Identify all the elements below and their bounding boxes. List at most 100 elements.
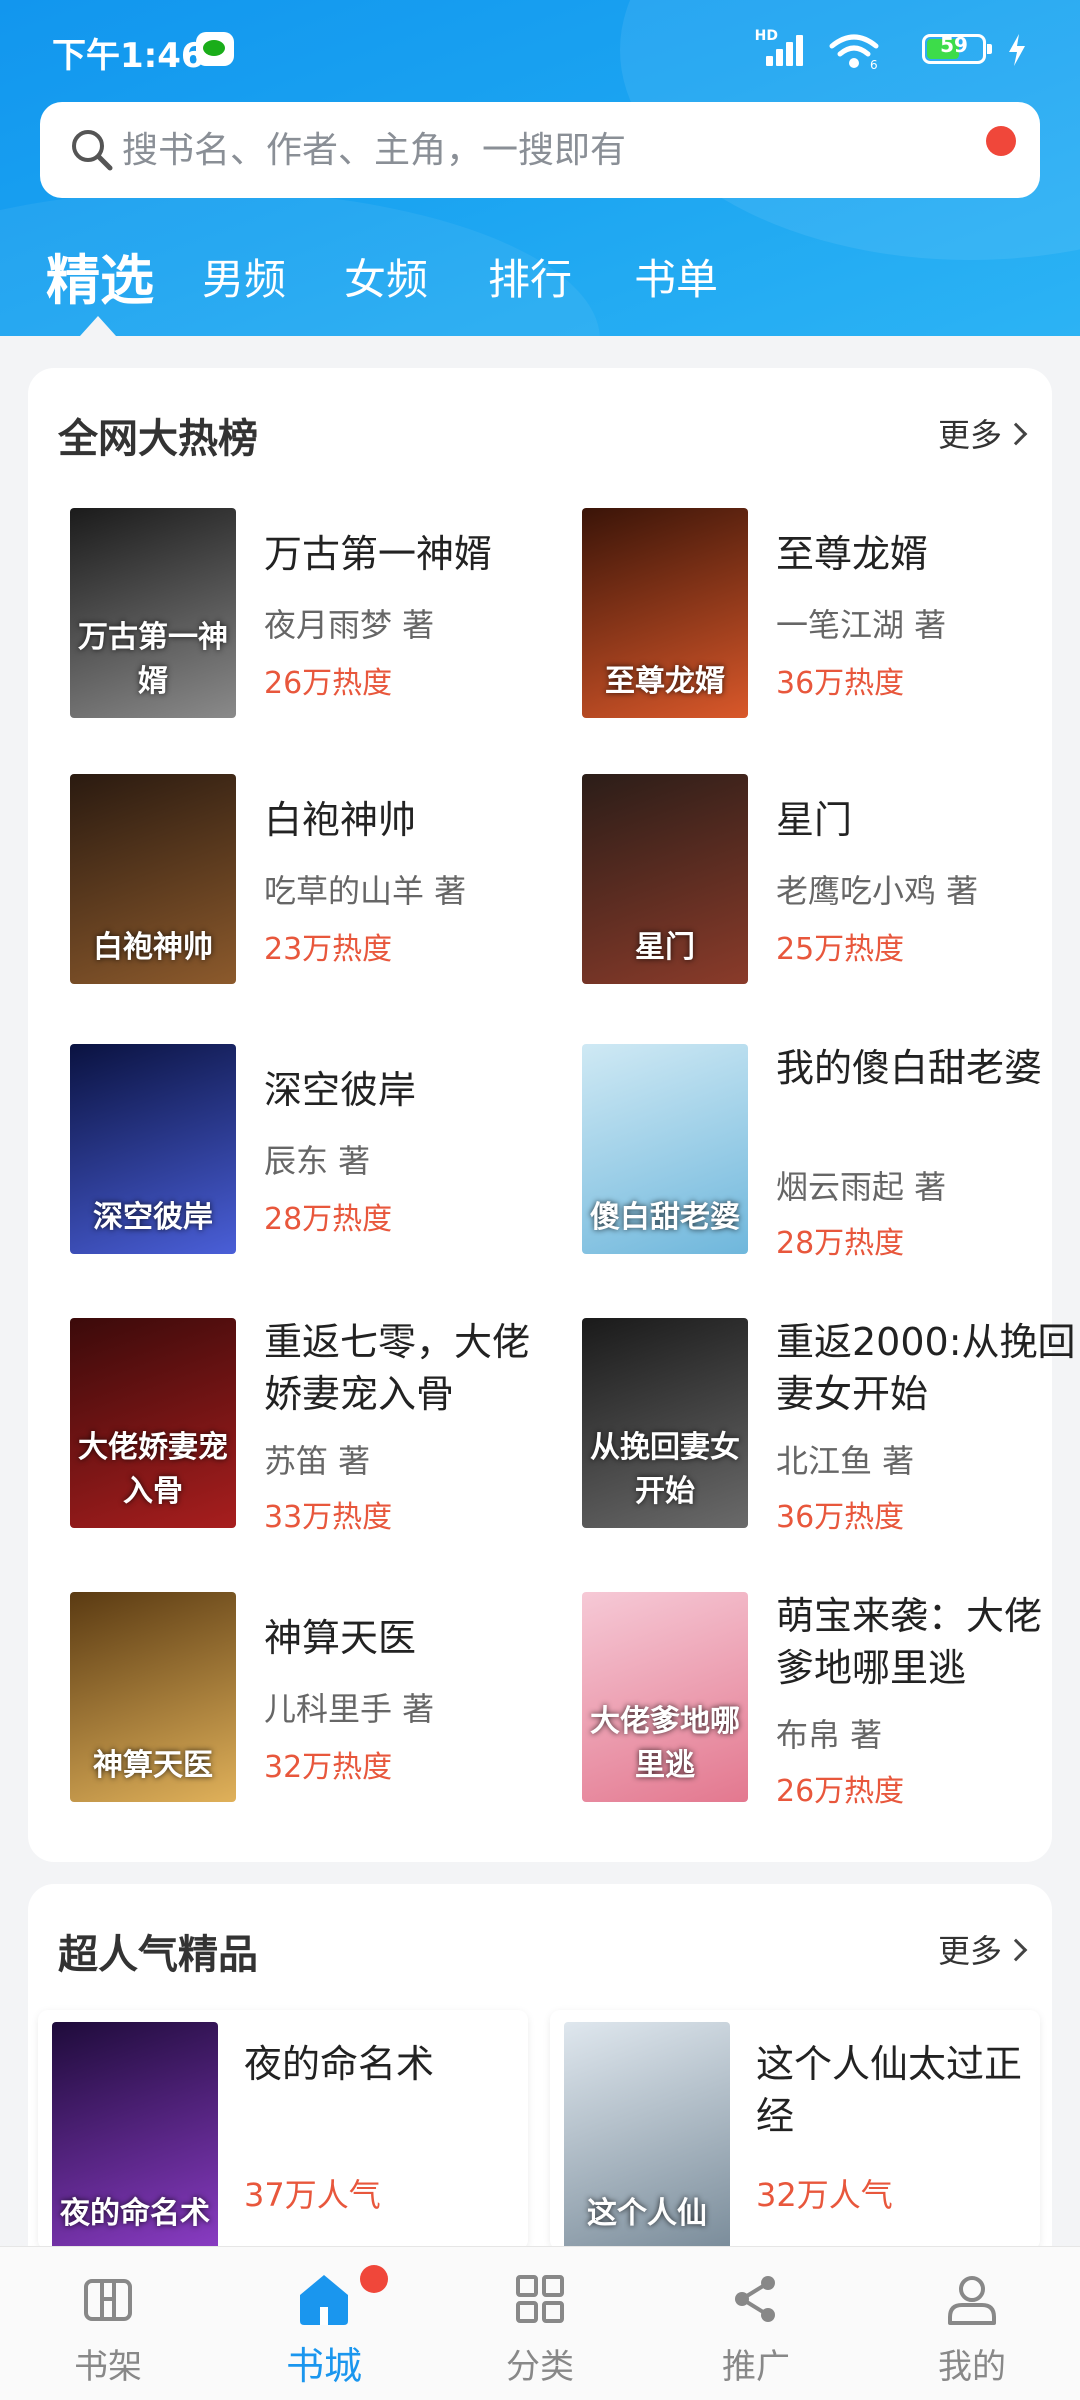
book-item[interactable]: 万古第一神婿 万古第一神婿 夜月雨梦 著 26万热度 — [70, 508, 550, 718]
book-author: 夜月雨梦 著 — [264, 606, 435, 644]
book-card[interactable]: 这个人仙 这个人仙太过正经 32万人气 — [550, 2010, 1040, 2250]
cover-title: 大佬爹地哪里逃 — [590, 1704, 740, 1783]
notification-badge — [360, 2265, 388, 2293]
nav-bookshelf[interactable]: 书架 — [0, 2247, 216, 2400]
book-item[interactable]: 深空彼岸 深空彼岸 辰东 著 28万热度 — [70, 1044, 550, 1254]
book-title: 白袍神帅 — [264, 798, 417, 842]
section-title: 超人气精品 — [58, 1932, 258, 1978]
cover-title: 大佬娇妻宠入骨 — [78, 1430, 228, 1509]
cover-title: 夜的命名术 — [60, 2196, 210, 2231]
book-title: 我的傻白甜老婆 — [776, 1046, 1043, 1090]
book-cover: 大佬爹地哪里逃 — [582, 1592, 748, 1802]
book-heat: 32万热度 — [264, 1750, 393, 1785]
more-button[interactable]: 更多 — [938, 1926, 1028, 1972]
tab-female[interactable]: 女频 — [344, 246, 428, 307]
book-title: 深空彼岸 — [264, 1068, 417, 1112]
book-item[interactable]: 大佬娇妻宠入骨 重返七零，大佬娇妻宠入骨 苏笛 著 33万热度 — [70, 1318, 550, 1535]
notification-dot — [986, 126, 1016, 156]
profile-icon — [948, 2276, 996, 2325]
nav-bookstore[interactable]: 书城 — [216, 2247, 432, 2400]
bottom-navigation: 书架 书城 分类 推广 我的 — [0, 2246, 1080, 2400]
more-button[interactable]: 更多 — [937, 410, 1028, 456]
book-author: 吃草的山羊 著 — [264, 872, 467, 910]
chevron-right-icon — [1004, 422, 1028, 446]
charging-icon — [1009, 34, 1025, 66]
home-icon — [300, 2275, 348, 2325]
tab-ranking[interactable]: 排行 — [488, 246, 572, 307]
book-heat: 28万热度 — [264, 1202, 393, 1237]
book-heat: 36万热度 — [776, 666, 905, 701]
book-cover: 傻白甜老婆 — [582, 1044, 748, 1254]
book-title: 重返2000:从挽回妻女开始 — [776, 1320, 1076, 1416]
tab-featured[interactable]: 精选 — [46, 236, 154, 315]
book-title: 萌宝来袭：大佬爹地哪里逃 — [776, 1594, 1043, 1690]
nav-category[interactable]: 分类 — [432, 2247, 648, 2400]
popular-section: 超人气精品 更多 夜的命名术 夜的命名术 37万人气 这个人仙 这个人仙太过正经… — [28, 1884, 1052, 2284]
svg-text:6: 6 — [870, 58, 878, 70]
wifi-icon: 6 — [829, 34, 879, 70]
book-cover: 深空彼岸 — [70, 1044, 236, 1254]
book-heat: 25万热度 — [776, 932, 905, 967]
cover-title: 深空彼岸 — [93, 1200, 213, 1235]
search-icon — [72, 130, 113, 171]
cover-title: 从挽回妻女开始 — [590, 1430, 740, 1509]
category-tabs: 精选 男频 女频 排行 书单 — [0, 236, 1080, 336]
more-label: 更多 — [937, 416, 1002, 454]
chevron-right-icon — [1004, 1938, 1028, 1962]
book-item[interactable]: 星门 星门 老鹰吃小鸡 著 25万热度 — [582, 774, 1062, 984]
nav-label: 分类 — [506, 2347, 574, 2387]
search-input[interactable] — [122, 124, 982, 176]
nav-label: 推广 — [722, 2347, 790, 2387]
book-cover: 星门 — [582, 774, 748, 984]
book-title: 夜的命名术 — [244, 2042, 435, 2086]
bookshelf-icon — [84, 2279, 132, 2321]
book-item[interactable]: 神算天医 神算天医 儿科里手 著 32万热度 — [70, 1592, 550, 1802]
book-heat: 36万热度 — [776, 1500, 905, 1535]
book-item[interactable]: 傻白甜老婆 我的傻白甜老婆 烟云雨起 著 28万热度 — [582, 1044, 1062, 1261]
book-cover: 万古第一神婿 — [70, 508, 236, 718]
book-author: 苏笛 著 — [264, 1442, 371, 1480]
hot-list-section: 全网大热榜 更多 万古第一神婿 万古第一神婿 夜月雨梦 著 26万热度 至尊龙婿… — [28, 368, 1076, 1862]
book-author: 儿科里手 著 — [264, 1690, 435, 1728]
nav-label: 我的 — [938, 2347, 1006, 2387]
wechat-notification-icon — [196, 32, 234, 66]
book-heat: 23万热度 — [264, 932, 393, 967]
book-item[interactable]: 白袍神帅 白袍神帅 吃草的山羊 著 23万热度 — [70, 774, 550, 984]
cover-title: 这个人仙 — [587, 2196, 707, 2231]
nav-profile[interactable]: 我的 — [864, 2247, 1080, 2400]
book-author: 一笔江湖 著 — [776, 606, 947, 644]
book-cover: 夜的命名术 — [52, 2022, 218, 2250]
book-author: 老鹰吃小鸡 著 — [776, 872, 979, 910]
status-bar: 下午1:46 HD 6 59 — [0, 0, 1080, 96]
book-heat: 28万热度 — [776, 1226, 905, 1261]
book-title: 神算天医 — [264, 1616, 417, 1660]
book-title: 星门 — [776, 798, 853, 842]
book-item[interactable]: 至尊龙婿 至尊龙婿 一笔江湖 著 36万热度 — [582, 508, 1062, 718]
app-header: 下午1:46 HD 6 59 搜书名、作者、主角，一搜即有 精选 男频 女频 排… — [0, 0, 1080, 336]
tab-male[interactable]: 男频 — [202, 246, 286, 307]
battery-percent: 59 — [940, 33, 968, 57]
book-item[interactable]: 大佬爹地哪里逃 萌宝来袭：大佬爹地哪里逃 布帛 著 26万热度 — [582, 1592, 1062, 1809]
cover-title: 星门 — [635, 930, 695, 965]
cover-title: 神算天医 — [93, 1748, 213, 1783]
nav-promote[interactable]: 推广 — [648, 2247, 864, 2400]
book-author: 辰东 著 — [264, 1142, 371, 1180]
book-cover: 至尊龙婿 — [582, 508, 748, 718]
battery-icon: 59 — [922, 33, 992, 64]
book-cover: 从挽回妻女开始 — [582, 1318, 748, 1528]
book-item[interactable]: 从挽回妻女开始 重返2000:从挽回妻女开始 北江鱼 著 36万热度 — [582, 1318, 1076, 1535]
status-time: 下午1:46 — [52, 36, 205, 76]
share-icon — [735, 2276, 775, 2322]
cover-title: 傻白甜老婆 — [590, 1200, 740, 1235]
cover-title: 万古第一神婿 — [78, 620, 228, 699]
book-title: 重返七零，大佬娇妻宠入骨 — [264, 1320, 531, 1416]
book-author: 北江鱼 著 — [776, 1442, 915, 1480]
nav-label: 书城 — [285, 2344, 362, 2388]
book-title: 至尊龙婿 — [776, 532, 929, 576]
book-author: 布帛 著 — [776, 1716, 883, 1754]
search-bar[interactable] — [40, 102, 1040, 198]
tab-booklist[interactable]: 书单 — [634, 246, 718, 307]
book-card[interactable]: 夜的命名术 夜的命名术 37万人气 — [38, 2010, 528, 2250]
book-popularity: 32万人气 — [756, 2176, 893, 2214]
category-icon — [516, 2275, 564, 2323]
